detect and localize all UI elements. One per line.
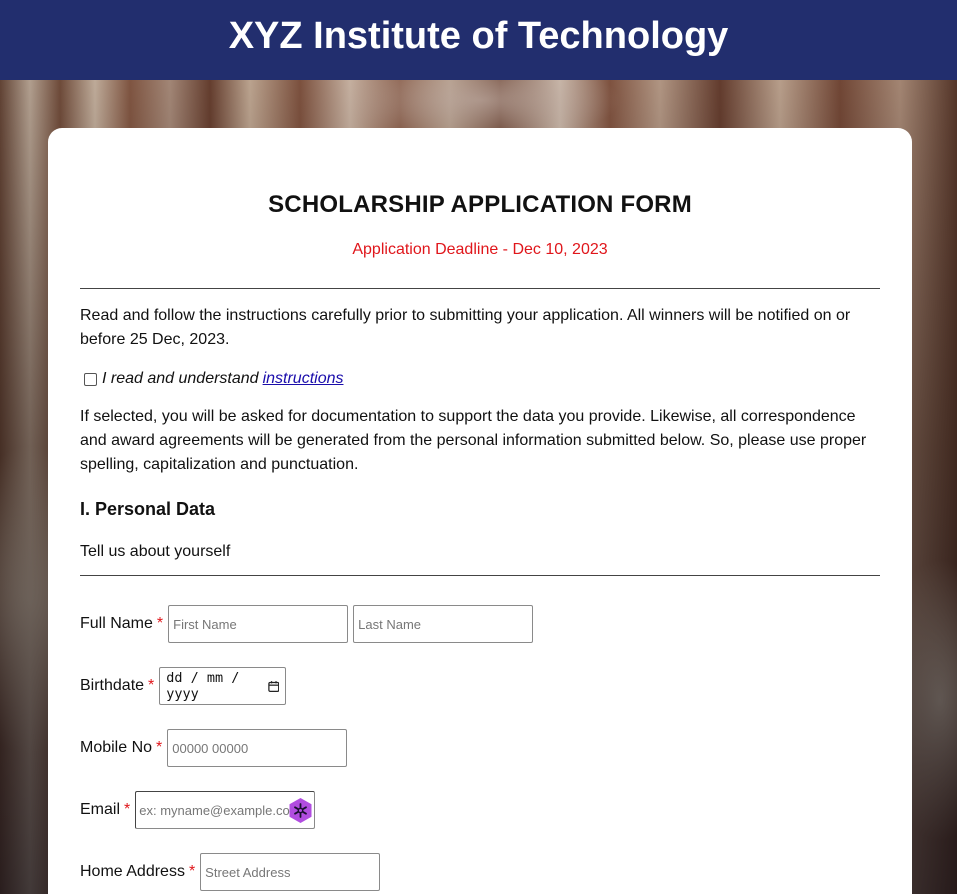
form-title: SCHOLARSHIP APPLICATION FORM	[268, 191, 692, 218]
deadline-notice: Application Deadline - Dec 10, 2023	[352, 241, 608, 258]
required-marker: *	[148, 677, 155, 694]
birthdate-row: Birthdate * dd / mm / yyyy	[80, 667, 287, 705]
divider	[80, 575, 880, 576]
email-label: Email	[80, 801, 121, 818]
email-row: Email * ex: myname@example.com	[80, 791, 316, 829]
section-title-personal-data: I. Personal Data	[80, 499, 216, 519]
birthdate-placeholder: dd / mm / yyyy	[166, 670, 240, 702]
mobile-input[interactable]: 00000 00000	[167, 729, 348, 767]
required-marker: *	[156, 739, 163, 756]
checkbox-label: I read and understand	[102, 370, 259, 387]
mobile-label: Mobile No	[80, 739, 153, 756]
email-field-wrapper: ex: myname@example.com	[135, 791, 316, 829]
intro-text: Read and follow the instructions careful…	[80, 307, 851, 348]
notice-text: If selected, you will be asked for docum…	[80, 408, 867, 473]
instructions-checkbox[interactable]	[84, 372, 97, 386]
mobile-row: Mobile No * 00000 00000	[80, 729, 348, 767]
birthdate-input[interactable]: dd / mm / yyyy	[159, 667, 287, 705]
divider	[80, 288, 880, 289]
birthdate-label: Birthdate	[80, 677, 145, 694]
address-label: Home Address	[80, 863, 185, 880]
required-marker: *	[156, 615, 164, 632]
password-manager-extension-icon[interactable]	[287, 797, 314, 824]
instructions-acknowledge: I read and understand instructions	[80, 370, 880, 388]
institute-title: XYZ Institute of Technology	[228, 14, 729, 57]
street-address-input[interactable]: Street Address	[200, 853, 381, 891]
required-marker: *	[188, 863, 196, 880]
last-name-input[interactable]: Last Name	[353, 605, 534, 643]
instructions-link[interactable]: instructions	[263, 370, 344, 388]
application-form-card: SCHOLARSHIP APPLICATION FORM Application…	[48, 128, 912, 894]
address-row: Home Address * Street Address	[80, 853, 381, 891]
site-header: XYZ Institute of Technology	[0, 0, 957, 80]
full-name-label: Full Name	[80, 615, 153, 632]
calendar-icon[interactable]	[267, 680, 280, 693]
first-name-input[interactable]: First Name	[168, 605, 349, 643]
section-subtitle: Tell us about yourself	[80, 543, 231, 560]
full-name-row: Full Name * First Name Last Name	[80, 605, 534, 643]
required-marker: *	[124, 801, 131, 818]
